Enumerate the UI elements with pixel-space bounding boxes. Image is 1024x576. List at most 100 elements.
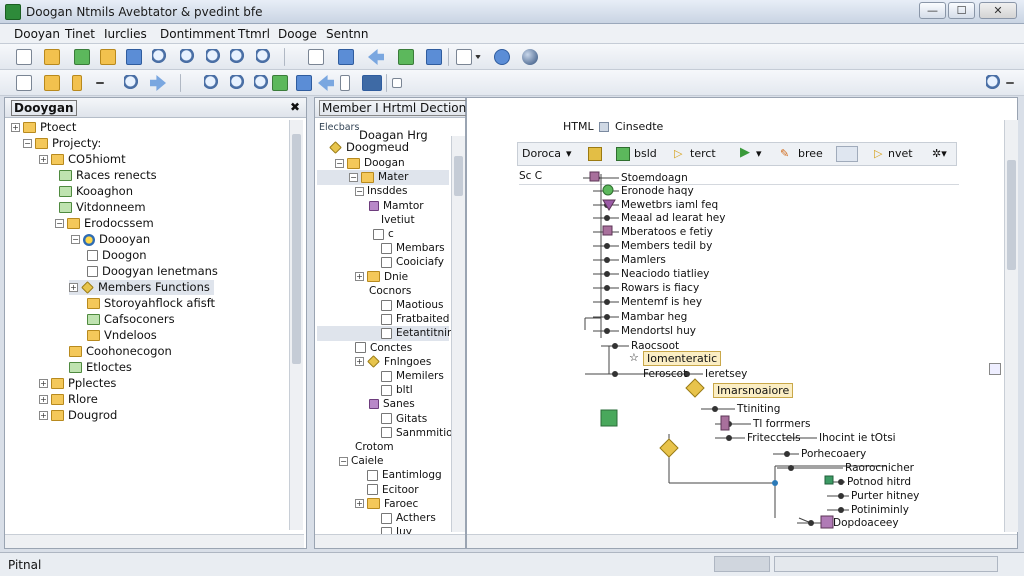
node-dot[interactable] bbox=[838, 479, 844, 485]
graph-node-label[interactable]: Mambar heg bbox=[621, 311, 687, 324]
tree-item[interactable]: Races renects bbox=[59, 168, 157, 183]
graph-node-label[interactable]: Raorocnicher bbox=[845, 462, 914, 475]
graph-node-label[interactable]: Dopdoaceey bbox=[833, 517, 899, 530]
node-dot[interactable] bbox=[612, 371, 618, 377]
minimize-button[interactable]: — bbox=[919, 2, 946, 19]
tree-item[interactable]: Eetantitning bbox=[317, 326, 460, 342]
node-dot[interactable] bbox=[784, 451, 790, 457]
tree-item[interactable]: Maotious bbox=[381, 298, 444, 313]
expand-icon[interactable]: + bbox=[39, 155, 48, 164]
find-icon[interactable] bbox=[230, 49, 246, 65]
close-icon[interactable]: ✖ bbox=[290, 100, 300, 114]
zoom-icon[interactable] bbox=[152, 49, 168, 65]
window-icon[interactable] bbox=[126, 49, 142, 65]
callout-label[interactable]: Iomenteratic bbox=[643, 351, 722, 366]
collapse-icon[interactable]: − bbox=[55, 219, 64, 228]
chevron-down-icon[interactable] bbox=[475, 55, 481, 59]
collapse-icon[interactable]: − bbox=[355, 186, 364, 196]
graph-node-label[interactable]: Mentemf is hey bbox=[621, 296, 702, 309]
find-next-icon[interactable] bbox=[256, 49, 272, 65]
tree-item[interactable]: Storoyahflock afisft bbox=[87, 296, 215, 311]
tree-item[interactable]: Sanmmitios bbox=[381, 426, 458, 441]
graph-node-label[interactable]: Feroscot bbox=[643, 368, 687, 381]
vertical-scrollbar[interactable] bbox=[289, 120, 303, 530]
graph-node-label[interactable]: Neaciodo tiatliey bbox=[621, 268, 709, 281]
expand-icon[interactable]: + bbox=[39, 379, 48, 388]
tree-item[interactable]: Vndeloos bbox=[87, 328, 157, 343]
purple-node-icon[interactable] bbox=[589, 171, 600, 182]
zoom-fit-icon[interactable] bbox=[230, 75, 246, 91]
graph-node-label[interactable]: Mendortsl huy bbox=[621, 325, 696, 338]
graph-node-label[interactable]: Mberatoos e fetiy bbox=[621, 226, 713, 239]
collapse-icon[interactable]: − bbox=[339, 456, 348, 466]
graph-node-label[interactable]: Rowars is fiacy bbox=[621, 282, 699, 295]
tree-item[interactable]: Eantimlogg bbox=[367, 468, 442, 483]
new-document-icon[interactable] bbox=[16, 49, 32, 65]
node-dot[interactable] bbox=[838, 493, 844, 499]
graph-node-label[interactable]: Eronode haqy bbox=[621, 185, 694, 198]
tree-item[interactable]: bltl bbox=[381, 383, 413, 398]
expand-icon[interactable]: + bbox=[355, 357, 364, 367]
tree-item[interactable]: Cooiciafy bbox=[381, 255, 444, 270]
vertical-scrollbar[interactable] bbox=[451, 136, 465, 532]
graph-node-label[interactable]: Ihocint ie tOtsi bbox=[819, 432, 896, 445]
menu-item[interactable]: Ttmrl bbox=[238, 27, 270, 41]
graph-node-label[interactable]: Mewetbrs iaml feq bbox=[621, 199, 718, 212]
pointer-icon[interactable] bbox=[368, 49, 384, 65]
tree-item[interactable]: Ecitoor bbox=[367, 483, 419, 498]
graph-node-label[interactable]: Potiniminly bbox=[851, 504, 909, 517]
tree-item[interactable]: Etloctes bbox=[69, 360, 132, 375]
node-dot[interactable] bbox=[788, 465, 794, 471]
save-icon[interactable] bbox=[74, 49, 90, 65]
purple-node-icon[interactable] bbox=[820, 515, 834, 529]
node-dot[interactable] bbox=[604, 314, 610, 320]
menu-item[interactable]: Tinet bbox=[65, 27, 95, 41]
vertical-scrollbar[interactable] bbox=[1004, 120, 1018, 532]
scroll-thumb[interactable] bbox=[1007, 160, 1016, 270]
tree-item[interactable]: Mamtor bbox=[369, 199, 424, 214]
graph-node-label[interactable]: Mamlers bbox=[621, 254, 666, 267]
options-icon[interactable] bbox=[1006, 82, 1014, 84]
graph-node-label[interactable]: Potnod hitrd bbox=[847, 476, 911, 489]
tag-icon[interactable] bbox=[72, 75, 82, 91]
document-icon[interactable] bbox=[16, 75, 32, 91]
zoom-region-icon[interactable] bbox=[254, 75, 270, 91]
tree-item[interactable]: − Doogan bbox=[335, 156, 405, 171]
expand-icon[interactable]: + bbox=[69, 283, 78, 292]
tree-item[interactable]: + Dnie bbox=[355, 270, 408, 285]
callout-label[interactable]: Imarsnoaiore bbox=[713, 383, 794, 398]
small-icon[interactable] bbox=[392, 78, 402, 88]
align-icon[interactable] bbox=[296, 75, 312, 91]
horizontal-scrollbar[interactable] bbox=[5, 534, 304, 548]
connect-icon[interactable] bbox=[318, 75, 334, 91]
zoom-in-icon[interactable] bbox=[180, 49, 196, 65]
open-folder-icon[interactable] bbox=[44, 49, 60, 65]
graph-node-label[interactable]: Members tedil by bbox=[621, 240, 712, 253]
layout-icon[interactable] bbox=[338, 49, 354, 65]
tree-item[interactable]: + Members Functions bbox=[69, 280, 214, 295]
tree-item[interactable]: Sanes bbox=[369, 397, 415, 412]
menu-item[interactable]: Sentnn bbox=[326, 27, 369, 41]
node-dot[interactable] bbox=[612, 343, 618, 349]
expand-icon[interactable]: + bbox=[39, 395, 48, 404]
node-dot[interactable] bbox=[604, 299, 610, 305]
expand-icon[interactable]: + bbox=[11, 123, 20, 132]
tree-item[interactable]: − Mater bbox=[317, 170, 449, 186]
print-icon[interactable] bbox=[456, 49, 472, 65]
tree-item[interactable]: − Erodocssem bbox=[55, 216, 154, 231]
node-dot[interactable] bbox=[772, 480, 778, 486]
purple-node-icon[interactable] bbox=[720, 415, 730, 431]
collapse-icon[interactable]: − bbox=[71, 235, 80, 244]
maximize-button[interactable]: ☐ bbox=[948, 2, 975, 19]
close-button[interactable]: ✕ bbox=[979, 2, 1017, 19]
menu-item[interactable]: Dontimment bbox=[160, 27, 235, 41]
tree-item[interactable]: Coohonecogon bbox=[69, 344, 172, 359]
tree-item[interactable]: Ivetiut bbox=[381, 213, 415, 228]
collapse-icon[interactable]: − bbox=[349, 172, 358, 182]
tree-item[interactable]: Kooaghon bbox=[59, 184, 133, 199]
node-dot[interactable] bbox=[604, 285, 610, 291]
node-dot[interactable] bbox=[604, 257, 610, 263]
help-icon[interactable] bbox=[986, 75, 1002, 91]
collapse-icon[interactable]: − bbox=[23, 139, 32, 148]
purple-node-icon[interactable] bbox=[602, 225, 613, 236]
